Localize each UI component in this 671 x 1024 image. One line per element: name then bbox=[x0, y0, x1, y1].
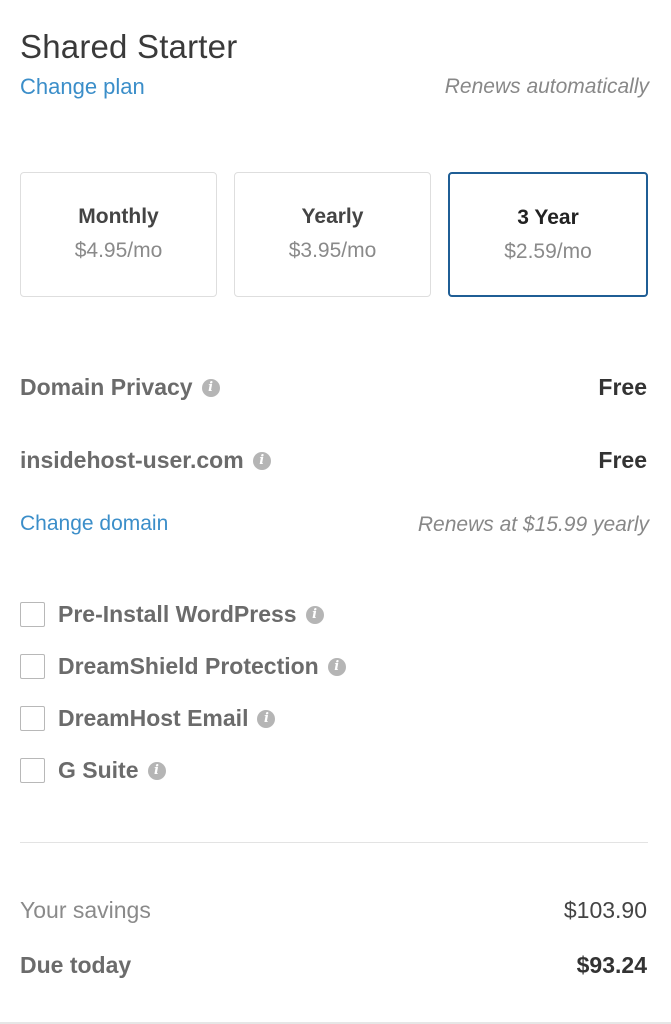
addon-dreamshield-protection: DreamShield Protection i bbox=[20, 653, 346, 680]
term-name: 3 Year bbox=[517, 206, 579, 229]
term-name: Yearly bbox=[301, 205, 364, 228]
change-plan-link[interactable]: Change plan bbox=[20, 74, 145, 100]
due-today-label: Due today bbox=[20, 952, 132, 978]
term-price: $3.95/mo bbox=[288, 239, 377, 262]
info-icon[interactable]: i bbox=[257, 709, 276, 728]
addon-pre-install-wordpress: Pre-Install WordPress i bbox=[20, 601, 324, 628]
addon-label: Pre-Install WordPress bbox=[58, 601, 297, 627]
term-name: Monthly bbox=[78, 205, 159, 228]
domain-privacy-label: Domain Privacy bbox=[20, 374, 193, 400]
addon-label: DreamShield Protection bbox=[58, 653, 319, 679]
term-option-yearly[interactable]: Yearly $3.95/mo bbox=[234, 172, 431, 297]
term-price: $2.59/mo bbox=[504, 240, 592, 263]
info-icon[interactable]: i bbox=[305, 605, 324, 624]
pre-install-wordpress-checkbox[interactable] bbox=[20, 602, 45, 627]
domain-row: insidehost-user.com i bbox=[20, 447, 271, 474]
domain-renewal-note: Renews at $15.99 yearly bbox=[417, 513, 649, 536]
info-icon[interactable]: i bbox=[252, 451, 271, 470]
addon-g-suite: G Suite i bbox=[20, 757, 166, 784]
g-suite-checkbox[interactable] bbox=[20, 758, 45, 783]
info-icon[interactable]: i bbox=[147, 761, 166, 780]
addon-label: G Suite bbox=[58, 757, 139, 783]
domain-privacy-row: Domain Privacy i bbox=[20, 374, 220, 401]
renews-automatically-note: Renews automatically bbox=[444, 75, 649, 98]
dreamhost-email-checkbox[interactable] bbox=[20, 706, 45, 731]
addon-dreamhost-email: DreamHost Email i bbox=[20, 705, 276, 732]
plan-title: Shared Starter bbox=[20, 28, 238, 65]
term-option-3-year[interactable]: 3 Year $2.59/mo bbox=[448, 172, 648, 297]
info-icon[interactable]: i bbox=[327, 657, 346, 676]
info-icon[interactable]: i bbox=[201, 378, 220, 397]
domain-name-label: insidehost-user.com bbox=[20, 447, 244, 473]
term-option-monthly[interactable]: Monthly $4.95/mo bbox=[20, 172, 217, 297]
due-today-value: $93.24 bbox=[576, 952, 647, 978]
domain-price: Free bbox=[598, 447, 647, 473]
addon-label: DreamHost Email bbox=[58, 705, 249, 731]
dreamshield-protection-checkbox[interactable] bbox=[20, 654, 45, 679]
summary-divider bbox=[20, 842, 648, 843]
savings-value: $103.90 bbox=[563, 897, 647, 923]
plan-summary-panel: Shared Starter Change plan Renews automa… bbox=[0, 0, 671, 1024]
savings-label: Your savings bbox=[20, 897, 151, 923]
term-price: $4.95/mo bbox=[74, 239, 163, 262]
change-domain-link[interactable]: Change domain bbox=[20, 512, 168, 536]
domain-privacy-price: Free bbox=[598, 374, 647, 400]
